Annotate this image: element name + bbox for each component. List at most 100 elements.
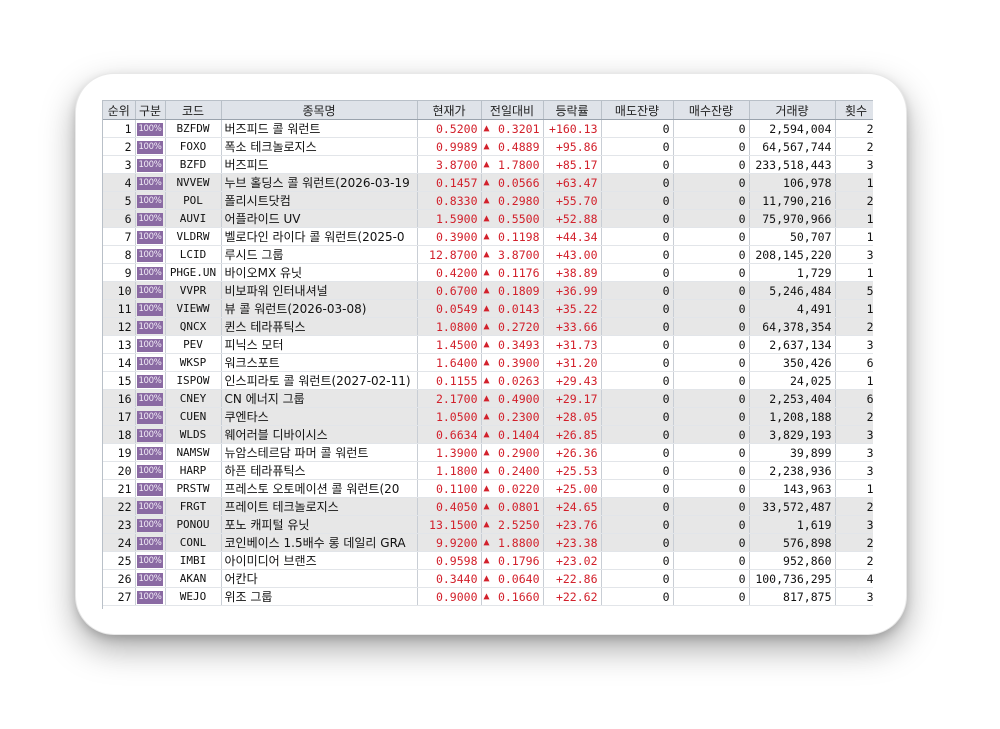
stock-name-cell: 웨어러블 디바이시스 (221, 425, 418, 444)
margin-100-badge: 100% (137, 500, 163, 514)
bid-quantity-cell: 0 (673, 569, 750, 588)
kind-cell: 100% (135, 227, 166, 246)
current-price-cell: 0.9000 (417, 587, 482, 606)
kind-cell: 100% (135, 389, 166, 408)
count-cell: 2 (835, 551, 873, 570)
change-value: 0.2980 (497, 193, 540, 208)
table-row[interactable]: 18 100% WLDS 웨어러블 디바이시스 0.6634 ▲ 0.1404 +26.85 0… (103, 425, 873, 444)
table-row[interactable]: 16 100% CNEY CN 에너지 그룹 2.1700 ▲ 0.4900 +29.17 0 0… (103, 389, 873, 408)
column-header-kind[interactable]: 구분 (135, 100, 166, 120)
margin-100-badge: 100% (137, 122, 163, 136)
current-price-cell: 1.6400 (417, 353, 482, 372)
column-header-code[interactable]: 코드 (165, 100, 222, 120)
bid-quantity-cell: 0 (673, 191, 750, 210)
count-cell: 6 (835, 389, 873, 408)
column-header-bid[interactable]: 매수잔량 (673, 100, 750, 120)
table-row[interactable]: 13 100% PEV 피닉스 모터 1.4500 ▲ 0.3493 +31.73 0 0 2,63… (103, 335, 873, 354)
table-row[interactable]: 8 100% LCID 루시드 그룹 12.8700 ▲ 3.8700 +43.00 0 0 208… (103, 245, 873, 264)
current-price-cell: 0.3900 (417, 227, 482, 246)
change-rate-cell: +38.89 (543, 263, 602, 282)
change-cell: ▲ 0.5500 (481, 209, 544, 228)
change-rate-cell: +55.70 (543, 191, 602, 210)
column-header-rate[interactable]: 등락률 (543, 100, 602, 120)
ask-quantity-cell: 0 (601, 245, 674, 264)
up-triangle-icon: ▲ (483, 122, 490, 134)
kind-cell: 100% (135, 299, 166, 318)
table-row[interactable]: 1 100% BZFDW 버즈피드 콜 워런트 0.5200 ▲ 0.3201 +160.13… (103, 119, 873, 138)
table-row[interactable]: 12 100% QNCX 퀸스 테라퓨틱스 1.0800 ▲ 0.2720 +33.66 0 0 6… (103, 317, 873, 336)
change-cell: ▲ 0.1176 (481, 263, 544, 282)
change-rate-cell: +25.53 (543, 461, 602, 480)
margin-100-badge: 100% (137, 446, 163, 460)
column-header-price[interactable]: 현재가 (417, 100, 482, 120)
up-triangle-icon: ▲ (483, 266, 490, 278)
ranking-grid[interactable]: 순위 구분 코드 종목명 현재가 전일대비 등락률 매도잔량 매수잔량 거래량 횟수 1 100% BZ… (102, 100, 873, 609)
kind-cell: 100% (135, 587, 166, 606)
ask-quantity-cell: 0 (601, 335, 674, 354)
kind-cell: 100% (135, 155, 166, 174)
table-row[interactable]: 24 100% CONL 코인베이스 1.5배수 롱 데일리 GRA 9.9200 ▲ 1.… (103, 533, 873, 552)
stock-name-cell: 어플라이드 UV (221, 209, 418, 228)
change-value: 0.0143 (497, 301, 540, 316)
current-price-cell: 0.6634 (417, 425, 482, 444)
ticker-code-cell: CUEN (165, 407, 222, 426)
column-header-name[interactable]: 종목명 (221, 100, 418, 120)
table-row[interactable]: 3 100% BZFD 버즈피드 3.8700 ▲ 1.7800 +85.17 0 0 233,51… (103, 155, 873, 174)
table-row[interactable]: 6 100% AUVI 어플라이드 UV 1.5900 ▲ 0.5500 +52.88 0 0 75… (103, 209, 873, 228)
table-row[interactable]: 11 100% VIEWW 뷰 콜 워런트(2026-03-08) 0.0549 ▲ 0.0… (103, 299, 873, 318)
change-value: 0.3900 (497, 355, 540, 370)
count-cell: 4 (835, 569, 873, 588)
count-cell: 3 (835, 335, 873, 354)
up-triangle-icon: ▲ (483, 428, 490, 440)
table-row[interactable]: 2 100% FOXO 폭소 테크놀로지스 0.9989 ▲ 0.4889 +95.86 0 0 6… (103, 137, 873, 156)
volume-cell: 2,594,004 (749, 119, 836, 138)
table-row[interactable]: 22 100% FRGT 프레이트 테크놀로지스 0.4050 ▲ 0.0801 +24.65… (103, 497, 873, 516)
change-rate-cell: +36.99 (543, 281, 602, 300)
column-header-count[interactable]: 횟수 (835, 100, 873, 120)
current-price-cell: 12.8700 (417, 245, 482, 264)
volume-cell: 1,619 (749, 515, 836, 534)
volume-cell: 2,253,404 (749, 389, 836, 408)
current-price-cell: 0.3440 (417, 569, 482, 588)
change-cell: ▲ 0.4889 (481, 137, 544, 156)
current-price-cell: 1.5900 (417, 209, 482, 228)
column-header-rank[interactable]: 순위 (103, 100, 136, 120)
table-row[interactable]: 27 100% WEJO 위조 그룹 0.9000 ▲ 0.1660 +22.62 0 0 817,… (103, 587, 873, 606)
table-row[interactable]: 15 100% ISPOW 인스피라토 콜 워런트(2027-02-11) 0.1155… (103, 371, 873, 390)
kind-cell: 100% (135, 191, 166, 210)
stock-name-cell: 쿠엔타스 (221, 407, 418, 426)
rank-cell: 17 (103, 407, 136, 426)
table-row[interactable]: 19 100% NAMSW 뉴암스테르담 파머 콜 워런트 1.3900 ▲ 0.2900 +… (103, 443, 873, 462)
ticker-code-cell: PHGE.UN (165, 263, 222, 282)
column-header-ask[interactable]: 매도잔량 (601, 100, 674, 120)
bid-quantity-cell: 0 (673, 587, 750, 606)
table-row[interactable]: 10 100% VVPR 비보파워 인터내셔널 0.6700 ▲ 0.1809 +36.99 0… (103, 281, 873, 300)
table-row[interactable]: 4 100% NVVEW 누브 홀딩스 콜 워런트(2026-03-19 0.1457 ▲… (103, 173, 873, 192)
column-header-volume[interactable]: 거래량 (749, 100, 836, 120)
change-rate-cell: +29.17 (543, 389, 602, 408)
table-row[interactable]: 23 100% PONOU 포노 캐피털 유닛 13.1500 ▲ 2.5250 +23.76… (103, 515, 873, 534)
change-cell: ▲ 3.8700 (481, 245, 544, 264)
change-value: 3.8700 (497, 247, 540, 262)
table-row[interactable]: 21 100% PRSTW 프레스토 오토메이션 콜 워런트(20 0.1100 ▲ 0.0… (103, 479, 873, 498)
up-triangle-icon: ▲ (483, 590, 490, 602)
change-value: 0.0640 (497, 571, 540, 586)
rank-cell: 19 (103, 443, 136, 462)
table-row[interactable]: 17 100% CUEN 쿠엔타스 1.0500 ▲ 0.2300 +28.05 0 0 1,208… (103, 407, 873, 426)
ticker-code-cell: FRGT (165, 497, 222, 516)
table-row[interactable]: 20 100% HARP 하픈 테라퓨틱스 1.1800 ▲ 0.2400 +25.53 0 0 2… (103, 461, 873, 480)
table-row[interactable]: 9 100% PHGE.UN 바이오MX 유닛 0.4200 ▲ 0.1176 +38.89 0… (103, 263, 873, 282)
rank-cell: 27 (103, 587, 136, 606)
column-header-diff[interactable]: 전일대비 (481, 100, 544, 120)
volume-cell: 50,707 (749, 227, 836, 246)
table-row[interactable]: 14 100% WKSP 워크스포트 1.6400 ▲ 0.3900 +31.20 0 0 350,… (103, 353, 873, 372)
bid-quantity-cell: 0 (673, 173, 750, 192)
table-row[interactable]: 25 100% IMBI 아이미디어 브랜즈 0.9598 ▲ 0.1796 +23.02 0 0… (103, 551, 873, 570)
table-row[interactable]: 26 100% AKAN 어칸다 0.3440 ▲ 0.0640 +22.86 0 0 100,73… (103, 569, 873, 588)
table-row[interactable]: 7 100% VLDRW 벨로다인 라이다 콜 워런트(2025-0 0.3900 ▲ 0.… (103, 227, 873, 246)
change-value: 0.4889 (497, 139, 540, 154)
table-row[interactable]: 5 100% POL 폴리시트닷컴 0.8330 ▲ 0.2980 +55.70 0 0 11,79… (103, 191, 873, 210)
change-value: 0.1176 (497, 265, 540, 280)
current-price-cell: 0.4050 (417, 497, 482, 516)
change-value: 0.0220 (497, 481, 540, 496)
